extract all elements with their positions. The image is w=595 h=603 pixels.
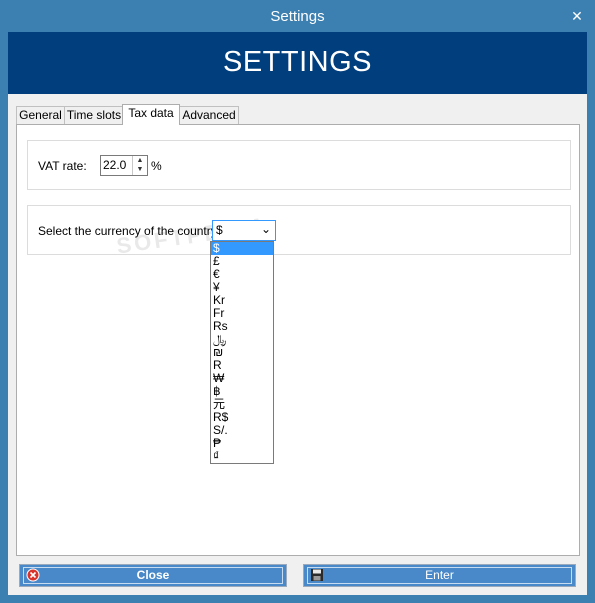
currency-option[interactable]: ₫ xyxy=(211,450,273,463)
vat-rate-label: VAT rate: xyxy=(38,159,87,173)
window-title: Settings xyxy=(270,8,325,25)
currency-select[interactable]: $ ⌄ xyxy=(212,220,276,241)
currency-option[interactable]: $ xyxy=(211,242,273,255)
tab-time-slots[interactable]: Time slots xyxy=(64,106,124,124)
stepper-up-icon[interactable]: ▲ xyxy=(133,156,147,165)
currency-selected-value: $ xyxy=(216,223,223,237)
currency-label: Select the currency of the country: xyxy=(38,224,221,238)
tab-advanced[interactable]: Advanced xyxy=(179,106,239,124)
currency-option[interactable]: ₱ xyxy=(211,437,273,450)
stepper-down-icon[interactable]: ▼ xyxy=(133,165,147,174)
close-button-label: Close xyxy=(136,568,170,582)
settings-window: Settings ✕ SETTINGS General Time slots T… xyxy=(0,0,595,603)
title-bar[interactable]: Settings ✕ xyxy=(1,1,594,32)
enter-button[interactable]: Enter xyxy=(303,564,576,587)
currency-group: SOFTPEDIA Select the currency of the cou… xyxy=(27,205,571,259)
vat-rate-value: 22.0 xyxy=(103,158,127,172)
vat-unit: % xyxy=(151,159,162,173)
client-area: SETTINGS General Time slots Tax data Adv… xyxy=(8,32,587,595)
tax-data-panel: VAT rate: 22.0 ▲ ▼ % SOFTPEDIA Select th… xyxy=(16,124,580,556)
currency-dropdown-list[interactable]: $ £ € ¥ Kr Fr Rs ﷼ ₪ R ₩ ฿元 R$ S/. ₱ ₫ xyxy=(210,241,274,464)
chevron-down-icon: ⌄ xyxy=(260,222,271,236)
currency-option[interactable]: € xyxy=(211,268,273,281)
page-title: SETTINGS xyxy=(222,46,372,78)
close-button[interactable]: Close xyxy=(19,564,287,587)
header-banner: SETTINGS xyxy=(8,32,587,94)
tab-tax-data[interactable]: Tax data xyxy=(122,104,180,125)
vat-rate-stepper[interactable]: 22.0 ▲ ▼ xyxy=(100,155,148,176)
vat-group: VAT rate: 22.0 ▲ ▼ % xyxy=(27,140,571,190)
tab-general[interactable]: General xyxy=(16,106,65,124)
window-close-icon[interactable]: ✕ xyxy=(569,8,585,24)
currency-option[interactable]: £ xyxy=(211,255,273,268)
enter-button-label: Enter xyxy=(425,568,454,582)
